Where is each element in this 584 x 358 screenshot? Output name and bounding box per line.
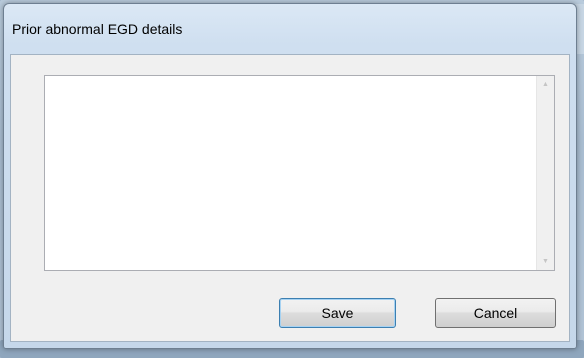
dialog-title: Prior abnormal EGD details bbox=[12, 21, 183, 37]
dialog-titlebar[interactable]: Prior abnormal EGD details bbox=[4, 4, 576, 52]
details-textarea-frame: ▲ ▼ bbox=[44, 75, 555, 271]
details-textarea[interactable] bbox=[45, 76, 535, 270]
dialog-client-area: ▲ ▼ Save Cancel bbox=[10, 54, 570, 342]
scroll-down-arrow-icon[interactable]: ▼ bbox=[537, 253, 554, 270]
save-button[interactable]: Save bbox=[279, 298, 396, 328]
cancel-button[interactable]: Cancel bbox=[435, 298, 556, 328]
scroll-up-arrow-icon[interactable]: ▲ bbox=[537, 76, 554, 93]
details-vertical-scrollbar[interactable]: ▲ ▼ bbox=[536, 76, 554, 270]
prior-abnormal-egd-dialog: Prior abnormal EGD details ▲ ▼ Save Canc… bbox=[3, 3, 577, 349]
